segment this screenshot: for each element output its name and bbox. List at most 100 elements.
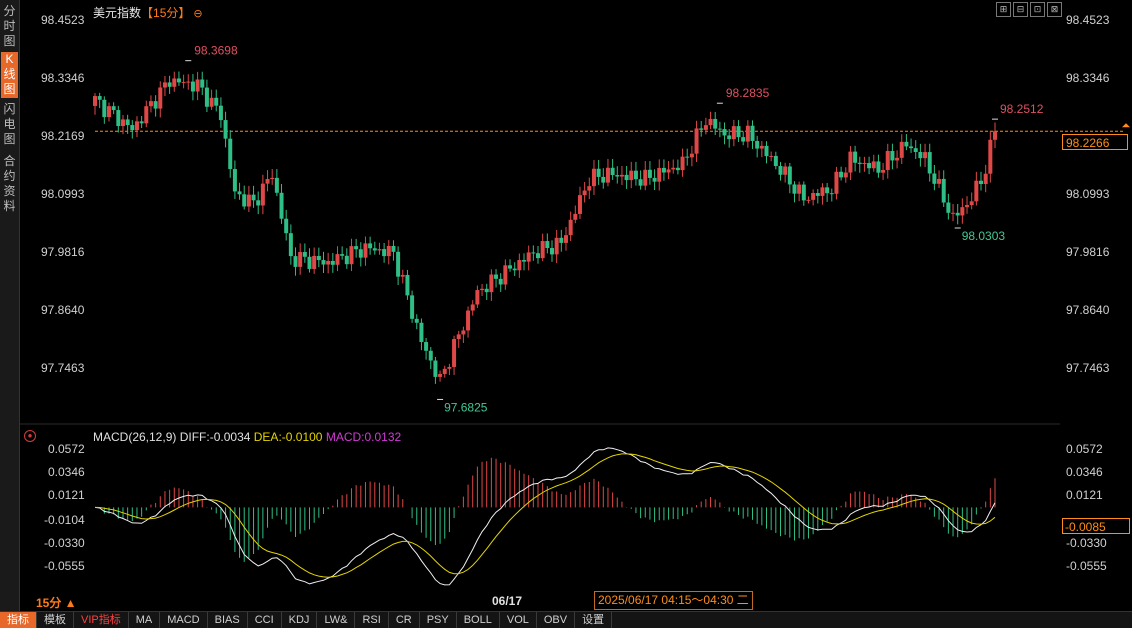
toolbar-psy[interactable]: PSY (420, 612, 457, 628)
candle-body (316, 255, 321, 261)
candle-body (158, 87, 163, 109)
candle-body (876, 161, 881, 173)
candle-body (419, 322, 424, 343)
candle-body (405, 274, 410, 296)
toolbar-cr[interactable]: CR (389, 612, 420, 628)
zoom-out-icon[interactable]: ⊖ (193, 8, 202, 20)
candle-body (955, 212, 960, 216)
candle-body (853, 151, 858, 163)
candle-body (232, 169, 237, 192)
macd-tick-right: 0.0572 (1066, 442, 1103, 456)
candle-body (246, 194, 251, 207)
toolbar-ma[interactable]: MA (129, 612, 161, 628)
toolbar-macd[interactable]: MACD (160, 612, 208, 628)
candle-body (162, 82, 167, 88)
candle-body (969, 201, 974, 206)
candle-body (172, 78, 177, 87)
toolbar-template[interactable]: 模板 (37, 612, 74, 628)
candle-body (759, 145, 764, 149)
candle-body (815, 193, 820, 196)
chart-title: 美元指数【15分】 ⊖ (93, 4, 203, 21)
candle-body (260, 183, 265, 206)
candle-body (573, 213, 578, 220)
candle-body (591, 168, 596, 187)
candle-body (694, 128, 699, 154)
candle-body (279, 192, 284, 219)
indicator-settings-icon[interactable]: ● (24, 430, 36, 442)
toolbar-indicator[interactable]: 指标 (0, 612, 37, 628)
toolbar-obv[interactable]: OBV (537, 612, 576, 628)
candle-body (657, 167, 662, 182)
candle-body (153, 101, 158, 109)
macd-value: MACD:0.0132 (325, 430, 402, 444)
candle-body (148, 101, 153, 107)
candle-body (377, 249, 382, 251)
indicator-toolbar: 指标 模板 VIP指标 MA MACD BIAS CCI KDJ LW& RSI… (0, 611, 1132, 628)
layout-split-icon[interactable]: ⊟ (1013, 2, 1028, 17)
macd-current-tag: -0.0085 (1062, 518, 1130, 534)
toolbar-vol[interactable]: VOL (500, 612, 537, 628)
candle-body (601, 176, 606, 183)
date-marker: 06/17 (492, 594, 523, 608)
candle-body (130, 125, 135, 131)
candle-body (577, 195, 582, 214)
price-marker-arrow-icon (1122, 123, 1130, 128)
candle-body (727, 135, 732, 140)
candle-body (741, 137, 746, 142)
candle-body (274, 177, 279, 193)
macd-tick-right: 0.0121 (1066, 488, 1103, 502)
candle-body (941, 178, 946, 203)
candle-body (442, 368, 447, 374)
toolbar-boll[interactable]: BOLL (457, 612, 500, 628)
toolbar-rsi[interactable]: RSI (355, 612, 389, 628)
macd-dea: DEA:-0.0100 (253, 430, 323, 444)
close-panel-icon[interactable]: ⊠ (1047, 2, 1062, 17)
candle-body (647, 169, 652, 178)
candle-body (671, 167, 676, 170)
candle-body (228, 138, 233, 170)
candle-body (167, 82, 172, 87)
candle-body (531, 252, 536, 254)
candle-body (624, 174, 629, 181)
candle-body (372, 248, 377, 251)
extreme-label: 98.3698 (194, 44, 238, 58)
toolbar-lw[interactable]: LW& (317, 612, 356, 628)
candle-body (713, 118, 718, 129)
candle-body (181, 81, 186, 83)
candle-body (862, 163, 867, 165)
candle-body (302, 252, 307, 257)
toolbar-cci[interactable]: CCI (248, 612, 282, 628)
candle-body (843, 172, 848, 178)
period-label[interactable]: 【15分】 (141, 6, 190, 20)
toolbar-settings[interactable]: 设置 (575, 612, 613, 628)
layout-grid-icon[interactable]: ⊞ (996, 2, 1011, 17)
price-tick-right: 98.0993 (1066, 187, 1110, 201)
candle-body (438, 373, 443, 377)
candle-body (918, 151, 923, 159)
layout-single-icon[interactable]: ⊡ (1030, 2, 1045, 17)
price-tick-left: 97.7463 (41, 361, 85, 375)
current-price-tag: 98.2266 (1062, 134, 1128, 150)
candle-body (139, 121, 144, 124)
candle-body (568, 219, 573, 236)
candle-body (839, 171, 844, 178)
price-tick-left: 98.4523 (41, 13, 85, 27)
toolbar-kdj[interactable]: KDJ (282, 612, 318, 628)
candle-body (204, 87, 209, 107)
candle-body (983, 173, 988, 185)
candle-body (820, 187, 825, 196)
candle-body (400, 274, 405, 277)
candle-body (256, 200, 261, 206)
toolbar-bias[interactable]: BIAS (208, 612, 248, 628)
candle-body (904, 141, 909, 147)
period-selector[interactable]: 15分 ▲ (36, 594, 77, 611)
candle-body (466, 310, 471, 331)
candle-body (633, 170, 638, 180)
toolbar-vip[interactable]: VIP指标 (74, 612, 129, 628)
kline-chart[interactable]: 98.3698 98.2835 98.2512 97.6825 98.0303 (0, 0, 1132, 627)
candle-body (335, 254, 340, 265)
candle-body (797, 184, 802, 194)
extreme-label: 98.2835 (726, 86, 770, 100)
candle-body (489, 274, 494, 293)
candle-body (503, 265, 508, 285)
